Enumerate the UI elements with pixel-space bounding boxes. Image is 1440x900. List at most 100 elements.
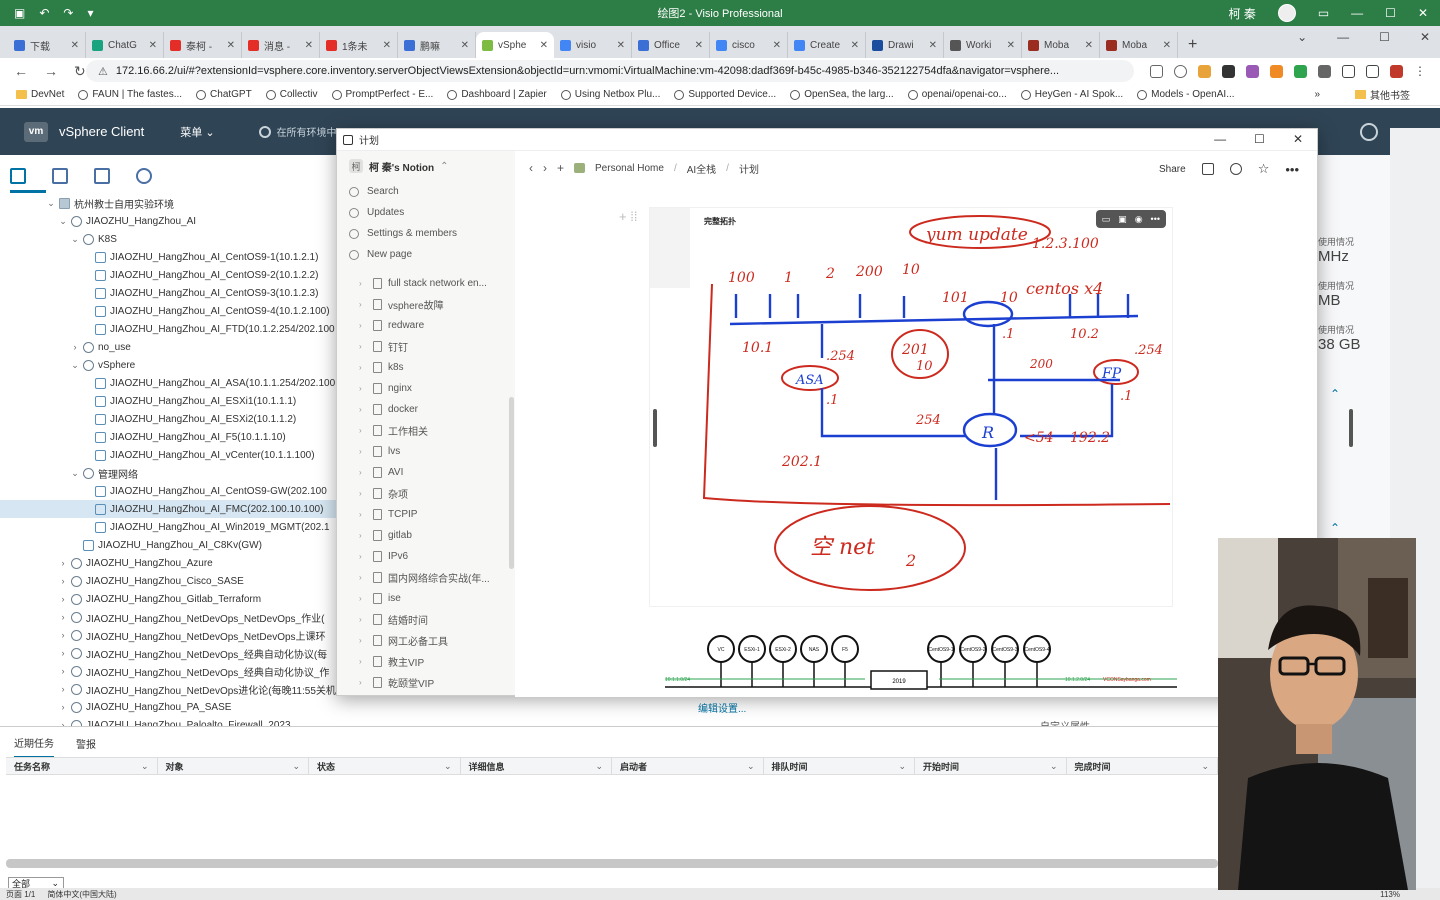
close-tab-icon[interactable]: ✕	[1085, 40, 1093, 51]
bookmark-item[interactable]: Models - OpenAI...	[1137, 89, 1235, 100]
bookmarks-more-button[interactable]: »	[1314, 89, 1320, 100]
back-icon[interactable]: ‹	[529, 161, 533, 175]
other-bookmarks[interactable]: 其他书签	[1355, 87, 1410, 102]
share-button[interactable]: Share	[1159, 164, 1186, 175]
notion-close-button[interactable]: ✕	[1293, 132, 1303, 146]
expand-toggle-icon[interactable]: ›	[58, 558, 68, 568]
security-icon[interactable]: ⚠	[98, 65, 108, 78]
breadcrumb-item[interactable]: Personal Home	[595, 163, 664, 174]
close-tab-icon[interactable]: ✕	[461, 40, 469, 51]
sidebar-page-item[interactable]: › ise	[337, 588, 515, 609]
browser-tab[interactable]: Drawi ✕	[866, 32, 944, 58]
close-tab-icon[interactable]: ✕	[851, 40, 859, 51]
extension-icon[interactable]	[1222, 64, 1235, 78]
chevron-right-icon[interactable]: ›	[359, 615, 367, 624]
expand-toggle-icon[interactable]: ⌄	[58, 216, 68, 227]
maximize-button[interactable]: ☐	[1385, 6, 1396, 20]
tree-node[interactable]: › JIAOZHU_HangZhou_Paloalto_Firewall_2023	[0, 716, 336, 726]
extensions-puzzle-icon[interactable]	[1318, 64, 1331, 78]
chevron-right-icon[interactable]: ›	[359, 300, 367, 309]
chevron-right-icon[interactable]: ›	[359, 384, 367, 393]
close-tab-icon[interactable]: ✕	[383, 40, 391, 51]
tree-node[interactable]: › JIAOZHU_HangZhou_NetDevOps_NetDevOps上课环	[0, 626, 336, 644]
tab-search-icon[interactable]: ⌄	[1297, 30, 1307, 44]
close-tab-icon[interactable]: ✕	[695, 40, 703, 51]
browser-tab[interactable]: Create ✕	[788, 32, 866, 58]
expand-toggle-icon[interactable]: ›	[70, 342, 80, 352]
url-field[interactable]: ⚠ 172.16.66.2/ui/#?extensionId=vsphere.c…	[86, 60, 1134, 82]
sidebar-page-item[interactable]: › 工作相关	[337, 420, 515, 441]
extension-icon[interactable]	[1198, 64, 1211, 78]
reload-icon[interactable]: ↻	[74, 63, 86, 80]
tree-node[interactable]: JIAOZHU_HangZhou_AI_C8Kv(GW)	[0, 536, 336, 554]
expand-toggle-icon[interactable]: ⌄	[70, 468, 80, 479]
expand-toggle-icon[interactable]: ›	[58, 702, 68, 712]
chevron-right-icon[interactable]: ›	[359, 342, 367, 351]
hosts-clusters-icon[interactable]	[10, 168, 26, 184]
browser-tab[interactable]: 泰柯 - ✕	[164, 32, 242, 58]
expand-toggle-icon[interactable]: ›	[58, 612, 68, 622]
chevron-right-icon[interactable]: ›	[359, 678, 367, 687]
sidebar-page-item[interactable]: › 结婚时间	[337, 609, 515, 630]
bookmark-item[interactable]: openai/openai-co...	[907, 89, 1007, 100]
chevron-right-icon[interactable]: ›	[359, 405, 367, 414]
chevron-right-icon[interactable]: ›	[359, 531, 367, 540]
tree-node[interactable]: › JIAOZHU_HangZhou_NetDevOps进化论(每晚11:55关机	[0, 680, 336, 698]
expand-toggle-icon[interactable]: ›	[58, 630, 68, 640]
sidebar-page-item[interactable]: › full stack network en...	[337, 273, 515, 294]
sidebar-page-item[interactable]: › 乾颐堂VIP	[337, 672, 515, 693]
close-tab-icon[interactable]: ✕	[227, 40, 235, 51]
more-icon[interactable]: •••	[1285, 162, 1299, 177]
close-tab-icon[interactable]: ✕	[1007, 40, 1015, 51]
close-tab-icon[interactable]: ✕	[929, 40, 937, 51]
chevron-right-icon[interactable]: ›	[359, 552, 367, 561]
bookmark-star-icon[interactable]	[1174, 64, 1187, 78]
browser-tab[interactable]: visio ✕	[554, 32, 632, 58]
expand-toggle-icon[interactable]: ⌄	[46, 198, 56, 209]
sidebar-page-item[interactable]: › nginx	[337, 378, 515, 399]
chevron-right-icon[interactable]: ›	[359, 426, 367, 435]
chevron-right-icon[interactable]: ›	[359, 447, 367, 456]
chevron-right-icon[interactable]: ›	[359, 363, 367, 372]
chevron-right-icon[interactable]: ›	[359, 594, 367, 603]
new-tab-button[interactable]: +	[1178, 36, 1207, 58]
browser-tab[interactable]: Office ✕	[632, 32, 710, 58]
chevron-right-icon[interactable]: ›	[359, 657, 367, 666]
bookmark-item[interactable]: Collectiv	[265, 89, 318, 100]
close-tab-icon[interactable]: ✕	[305, 40, 313, 51]
close-button[interactable]: ✕	[1418, 6, 1428, 20]
forward-icon[interactable]: →	[44, 63, 58, 80]
tree-node[interactable]: › no_use	[0, 338, 336, 356]
expand-toggle-icon[interactable]: ⌄	[70, 234, 80, 245]
browser-restore-button[interactable]: ☐	[1379, 30, 1390, 44]
browser-tab[interactable]: ChatG ✕	[86, 32, 164, 58]
extension-icon[interactable]	[1294, 64, 1307, 78]
collapse-icon[interactable]: ⌃	[1330, 387, 1340, 401]
tree-node[interactable]: ⌄ 管理网络	[0, 464, 336, 482]
horizontal-scrollbar[interactable]	[6, 859, 1218, 868]
customize-icon[interactable]: ▾	[87, 6, 93, 20]
tree-node[interactable]: ⌄ K8S	[0, 230, 336, 248]
sidebar-page-item[interactable]: › IPv6	[337, 546, 515, 567]
bookmark-item[interactable]: HeyGen - AI Spok...	[1020, 89, 1123, 100]
tab-recent-tasks[interactable]: 近期任务	[14, 735, 54, 758]
bookmark-item[interactable]: OpenSea, the larg...	[790, 89, 894, 100]
browser-tab[interactable]: 下载 ✕	[8, 32, 86, 58]
notion-minimize-button[interactable]: —	[1214, 132, 1226, 146]
close-tab-icon[interactable]: ✕	[773, 40, 781, 51]
storage-icon[interactable]	[94, 168, 110, 184]
resize-handle-left[interactable]	[653, 409, 657, 447]
bookmark-item[interactable]: DevNet	[16, 89, 64, 100]
global-search[interactable]: 在所有环境中	[258, 124, 337, 139]
browser-tab[interactable]: 鹏嘛 ✕	[398, 32, 476, 58]
tree-node[interactable]: › JIAOZHU_HangZhou_NetDevOps_NetDevOps_作业…	[0, 608, 336, 626]
sidebar-page-item[interactable]: › AVI	[337, 462, 515, 483]
chevron-right-icon[interactable]: ›	[359, 573, 367, 582]
close-tab-icon[interactable]: ✕	[1163, 40, 1171, 51]
undo-icon[interactable]: ↶	[39, 6, 49, 20]
forward-icon[interactable]: ›	[543, 161, 547, 175]
extension-icon[interactable]	[1246, 64, 1259, 78]
close-tab-icon[interactable]: ✕	[540, 40, 548, 51]
browser-close-button[interactable]: ✕	[1420, 30, 1430, 44]
sidebar-page-item[interactable]: › gitlab	[337, 525, 515, 546]
